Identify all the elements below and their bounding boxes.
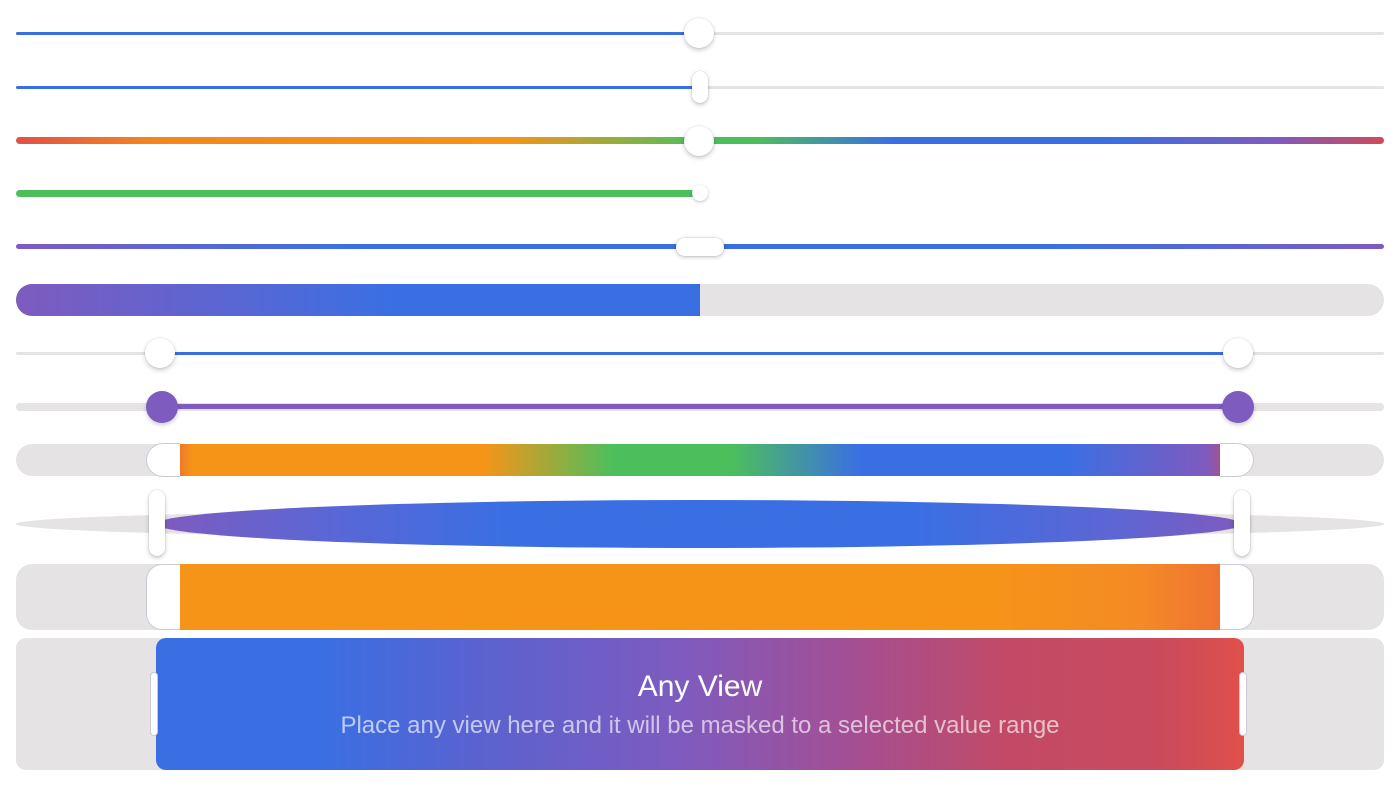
slider-fill xyxy=(16,190,700,197)
range-any-view[interactable]: Any View Place any view here and it will… xyxy=(16,638,1384,772)
progress-purple-blue[interactable] xyxy=(16,284,1384,318)
progress-fill xyxy=(16,284,700,316)
range-fill xyxy=(156,500,1242,548)
range-lower-handle[interactable] xyxy=(149,490,165,556)
slider-purple-blue-pill[interactable] xyxy=(16,232,1384,262)
slider-blue-pill[interactable] xyxy=(16,68,1384,108)
range-lower-handle[interactable] xyxy=(146,443,180,477)
range-lower-handle[interactable] xyxy=(150,672,158,736)
range-upper-thumb[interactable] xyxy=(1222,391,1254,423)
slider-green-small[interactable] xyxy=(16,180,1384,208)
any-view-title: Any View xyxy=(637,670,763,703)
range-blue-round[interactable] xyxy=(16,336,1384,372)
range-purple[interactable] xyxy=(16,390,1384,426)
slider-blue-round[interactable] xyxy=(16,16,1384,52)
range-fill xyxy=(160,444,1238,476)
range-fill xyxy=(160,404,1238,409)
range-upper-handle[interactable] xyxy=(1220,564,1254,630)
range-lower-handle[interactable] xyxy=(146,564,180,630)
range-orange-block[interactable] xyxy=(16,564,1384,632)
any-view-panel: Any View Place any view here and it will… xyxy=(156,638,1244,770)
range-rainbow-bar[interactable] xyxy=(16,442,1384,478)
slider-rainbow-round[interactable] xyxy=(16,124,1384,160)
slider-thumb[interactable] xyxy=(684,18,714,48)
range-upper-handle[interactable] xyxy=(1239,672,1247,736)
range-lower-thumb[interactable] xyxy=(146,391,178,423)
range-upper-handle[interactable] xyxy=(1234,490,1250,556)
slider-thumb[interactable] xyxy=(676,238,724,256)
slider-fill xyxy=(16,86,700,89)
slider-thumb[interactable] xyxy=(692,71,708,103)
range-upper-thumb[interactable] xyxy=(1223,338,1253,368)
range-lower-thumb[interactable] xyxy=(145,338,175,368)
range-fill xyxy=(160,352,1238,355)
range-fill xyxy=(176,564,1222,630)
any-view-subtitle: Place any view here and it will be maske… xyxy=(340,712,1060,739)
range-lens-blue[interactable] xyxy=(16,490,1384,558)
slider-fill xyxy=(16,32,700,35)
range-upper-handle[interactable] xyxy=(1220,443,1254,477)
slider-thumb[interactable] xyxy=(684,126,714,156)
slider-thumb[interactable] xyxy=(692,185,708,201)
